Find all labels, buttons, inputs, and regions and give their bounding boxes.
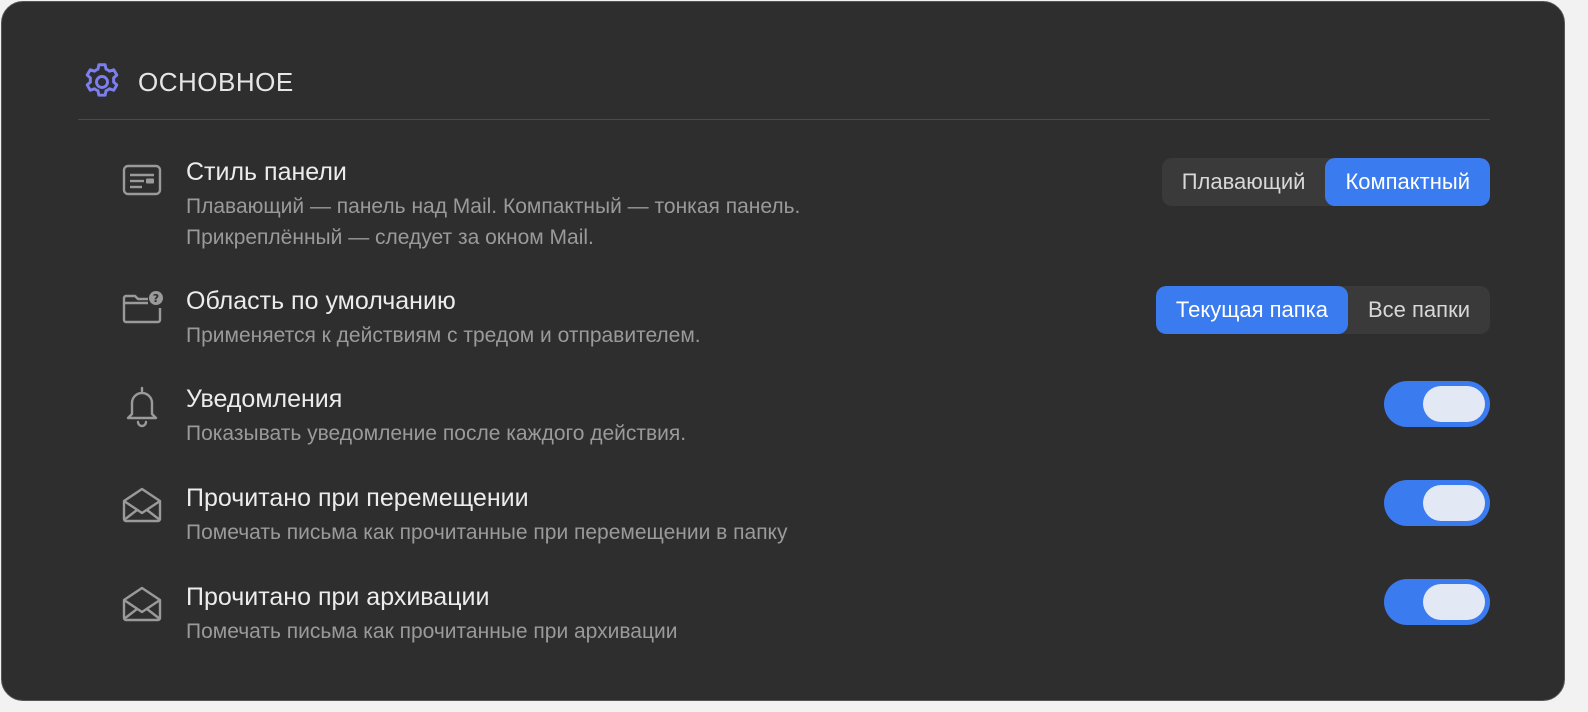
bell-icon [118,384,166,428]
setting-row-panel-style: Стиль панели Плавающий — панель над Mail… [118,157,1490,252]
setting-title: Стиль панели [186,158,347,186]
setting-text: Стиль панели Плавающий — панель над Mail… [186,157,800,253]
panel-style-segmented-control: Плавающий Компактный [1161,158,1490,206]
setting-title: Прочитано при перемещении [186,484,529,512]
settings-panel: ОСНОВНОЕ Стиль панели Плавающий — панель… [1,1,1565,701]
folder-question-icon: ? [118,288,166,332]
setting-row-default-scope: ? Область по умолчанию Применяется к дей… [118,286,1490,356]
description-line-2: Прикреплённый — следует за окном Mail. [186,226,594,249]
setting-description: Показывать уведомление после каждого дей… [186,422,687,445]
setting-description: Помечать письма как прочитанные при архи… [186,620,678,643]
setting-description: Плавающий — панель над Mail. Компактный … [186,191,800,253]
setting-description: Применяется к действиям с тредом и отпра… [186,324,701,347]
description-line-1: Плавающий — панель над Mail. Компактный … [186,195,801,218]
section-header: ОСНОВНОЕ [80,60,294,104]
svg-text:?: ? [153,292,159,305]
gear-icon [80,60,124,104]
setting-description: Помечать письма как прочитанные при пере… [186,521,788,544]
setting-row-read-on-move: Прочитано при перемещении Помечать письм… [118,480,1490,553]
read-on-move-toggle[interactable] [1384,480,1490,526]
setting-row-read-on-archive: Прочитано при архивации Помечать письма … [118,579,1490,652]
setting-title: Уведомления [186,385,343,413]
setting-title: Прочитано при архивации [186,583,490,611]
toggle-knob [1423,584,1485,620]
setting-title: Область по умолчанию [186,287,456,315]
segment-all-folders[interactable]: Все папки [1348,286,1490,334]
segment-compact[interactable]: Компактный [1325,158,1490,206]
segment-floating[interactable]: Плавающий [1162,158,1326,206]
panel-icon [118,160,166,204]
segment-current-folder[interactable]: Текущая папка [1155,286,1348,334]
read-on-archive-toggle[interactable] [1384,579,1490,625]
envelope-open-icon [118,582,166,626]
default-scope-segmented-control: Текущая папка Все папки [1155,286,1490,334]
setting-row-notifications: Уведомления Показывать уведомление после… [118,381,1490,454]
setting-text: Уведомления Показывать уведомление после… [186,384,686,449]
toggle-knob [1423,485,1485,521]
section-title: ОСНОВНОЕ [138,66,294,97]
envelope-open-icon [118,483,166,527]
toggle-knob [1423,386,1485,422]
setting-text: Область по умолчанию Применяется к дейст… [186,286,701,351]
setting-text: Прочитано при перемещении Помечать письм… [186,483,787,548]
setting-text: Прочитано при архивации Помечать письма … [186,582,677,647]
notifications-toggle[interactable] [1384,381,1490,427]
section-divider [78,119,1490,120]
